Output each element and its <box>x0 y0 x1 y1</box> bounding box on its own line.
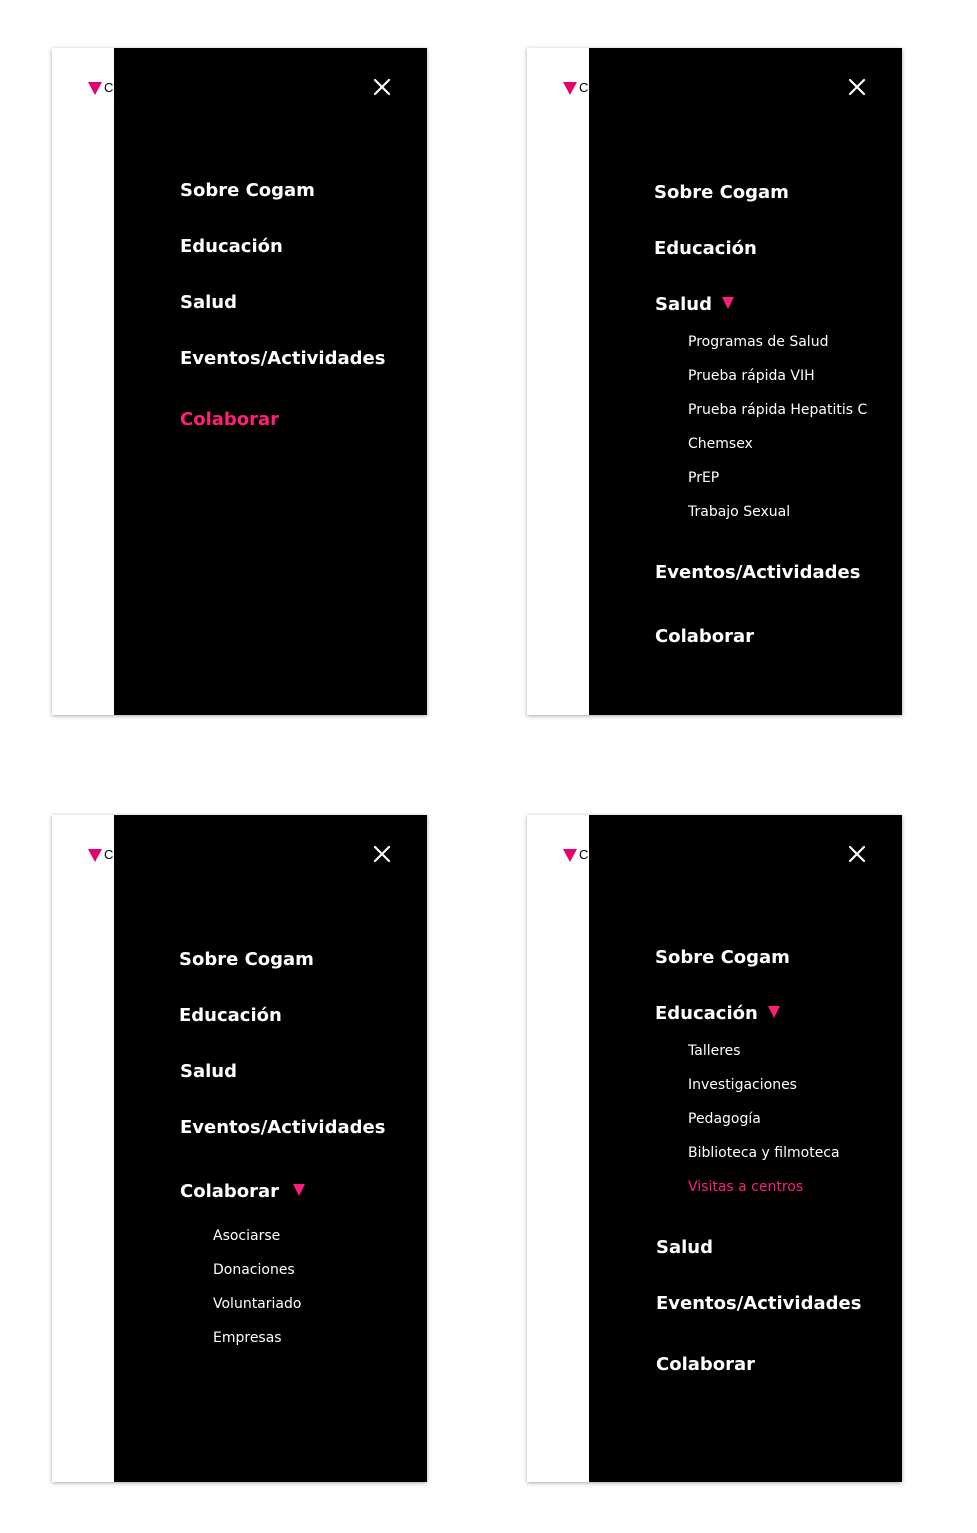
menu-item-salud[interactable]: Salud <box>655 294 734 315</box>
logo-text: C <box>579 847 589 862</box>
logo-triangle-icon <box>88 82 102 95</box>
mobile-screen-4: C Sobre Cogam Educación Talleres Investi… <box>527 815 902 1482</box>
submenu-item-empresas[interactable]: Empresas <box>213 1330 282 1346</box>
menu-item-educacion[interactable]: Educación <box>655 1003 780 1024</box>
menu-item-eventos[interactable]: Eventos/Actividades <box>655 562 860 583</box>
menu-item-sobre-cogam[interactable]: Sobre Cogam <box>654 182 789 203</box>
menu-item-eventos[interactable]: Eventos/Actividades <box>180 1117 385 1138</box>
submenu-item-programas-salud[interactable]: Programas de Salud <box>688 334 828 350</box>
mobile-screen-1: C Sobre Cogam Educación Salud Eventos/Ac… <box>52 48 427 715</box>
close-icon[interactable] <box>371 843 393 865</box>
menu-item-colaborar[interactable]: Colaborar <box>180 409 279 430</box>
submenu-item-visitas[interactable]: Visitas a centros <box>688 1179 803 1195</box>
menu-item-educacion-label: Educación <box>655 1003 758 1024</box>
submenu-item-prep[interactable]: PrEP <box>688 470 719 486</box>
menu-item-sobre-cogam[interactable]: Sobre Cogam <box>179 949 314 970</box>
submenu-item-prueba-hepatitis[interactable]: Prueba rápida Hepatitis C <box>688 402 867 418</box>
menu-item-educacion[interactable]: Educación <box>180 236 283 257</box>
logo-triangle-icon <box>563 82 577 95</box>
submenu-item-biblioteca[interactable]: Biblioteca y filmoteca <box>688 1145 840 1161</box>
mobile-screen-2: C Sobre Cogam Educación Salud Programas … <box>527 48 902 715</box>
submenu-item-donaciones[interactable]: Donaciones <box>213 1262 295 1278</box>
caret-down-icon <box>721 297 734 309</box>
logo-text: C <box>104 847 114 862</box>
menu-item-eventos[interactable]: Eventos/Actividades <box>180 348 385 369</box>
caret-down-icon <box>767 1006 780 1018</box>
submenu-item-investigaciones[interactable]: Investigaciones <box>688 1077 797 1093</box>
close-icon[interactable] <box>846 843 868 865</box>
caret-down-icon <box>293 1184 306 1196</box>
menu-item-educacion[interactable]: Educación <box>179 1005 282 1026</box>
submenu-item-prueba-vih[interactable]: Prueba rápida VIH <box>688 368 815 384</box>
nav-drawer: Sobre Cogam Educación Salud Eventos/Acti… <box>114 48 427 715</box>
menu-item-sobre-cogam[interactable]: Sobre Cogam <box>180 180 315 201</box>
menu-item-eventos[interactable]: Eventos/Actividades <box>656 1293 861 1314</box>
submenu-item-trabajo-sexual[interactable]: Trabajo Sexual <box>688 504 790 520</box>
submenu-item-chemsex[interactable]: Chemsex <box>688 436 753 452</box>
close-icon[interactable] <box>371 76 393 98</box>
menu-item-salud[interactable]: Salud <box>656 1237 713 1258</box>
submenu-item-voluntariado[interactable]: Voluntariado <box>213 1296 301 1312</box>
menu-item-salud[interactable]: Salud <box>180 292 237 313</box>
menu-item-salud[interactable]: Salud <box>180 1061 237 1082</box>
logo-text: C <box>579 80 589 95</box>
logo-triangle-icon <box>88 849 102 862</box>
menu-item-colaborar-label: Colaborar <box>180 1181 280 1202</box>
nav-drawer: Sobre Cogam Educación Salud Eventos/Acti… <box>114 815 427 1482</box>
nav-drawer: Sobre Cogam Educación Talleres Investiga… <box>589 815 902 1482</box>
menu-item-educacion[interactable]: Educación <box>654 238 757 259</box>
logo-triangle-icon <box>563 849 577 862</box>
submenu-item-asociarse[interactable]: Asociarse <box>213 1228 280 1244</box>
menu-item-sobre-cogam[interactable]: Sobre Cogam <box>655 947 790 968</box>
menu-item-colaborar[interactable]: Colaborar <box>656 1354 755 1375</box>
nav-drawer: Sobre Cogam Educación Salud Programas de… <box>589 48 902 715</box>
menu-item-salud-label: Salud <box>655 294 712 315</box>
submenu-item-pedagogia[interactable]: Pedagogía <box>688 1111 761 1127</box>
logo-text: C <box>104 80 114 95</box>
menu-item-colaborar[interactable]: Colaborar <box>180 1181 306 1202</box>
menu-item-colaborar[interactable]: Colaborar <box>655 626 754 647</box>
submenu-item-talleres[interactable]: Talleres <box>688 1043 741 1059</box>
close-icon[interactable] <box>846 76 868 98</box>
mobile-screen-3: C Sobre Cogam Educación Salud Eventos/Ac… <box>52 815 427 1482</box>
